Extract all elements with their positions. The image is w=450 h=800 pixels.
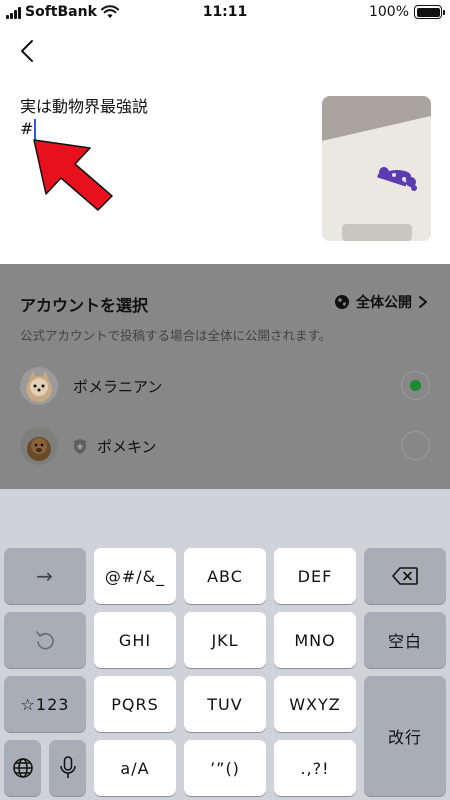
dictation-key[interactable] <box>49 740 86 796</box>
account-option-pomeranian[interactable]: ポメラニアン <box>0 361 450 411</box>
undo-icon <box>36 631 54 650</box>
key-arrow-right[interactable]: → <box>4 548 86 604</box>
back-button[interactable] <box>14 36 42 66</box>
key-wxyz[interactable]: WXYZ <box>274 676 356 732</box>
hashtag-text: # <box>20 119 34 138</box>
key-jkl[interactable]: JKL <box>184 612 266 668</box>
battery-icon <box>414 5 445 19</box>
key-abc[interactable]: ABC <box>184 548 266 604</box>
battery-percent: 100% <box>368 4 409 20</box>
red-arrow-annotation <box>33 139 113 211</box>
chevron-left-icon <box>21 40 33 62</box>
space-button[interactable]: 空白 <box>364 612 446 668</box>
visibility-note: 公式アカウントで投稿する場合は全体に公開されます。 <box>20 328 332 343</box>
key-mno[interactable]: MNO <box>274 612 356 668</box>
shield-badge-icon <box>74 439 86 454</box>
account-option-pomekin[interactable]: ポメキン <box>0 421 450 471</box>
account-name: ポメラニアン <box>73 378 163 396</box>
avatar <box>20 367 58 405</box>
post-text-line: 実は動物界最強説 <box>20 97 149 116</box>
visibility-selector[interactable]: 全体公開 <box>334 292 428 312</box>
key-ghi[interactable]: GHI <box>94 612 176 668</box>
account-name: ポメキン <box>97 438 157 456</box>
backspace-icon <box>392 567 418 585</box>
account-select-sheet: アカウントを選択 全体公開 公式アカウントで投稿する場合は全体に公開されます。 … <box>0 264 450 489</box>
key-case-toggle[interactable]: a/A <box>94 740 176 796</box>
key-def[interactable]: DEF <box>274 548 356 604</box>
account-radio-unselected[interactable] <box>401 431 430 460</box>
media-thumbnail[interactable] <box>322 96 431 241</box>
delete-button[interactable] <box>364 548 446 604</box>
key-pqrs[interactable]: PQRS <box>94 676 176 732</box>
key-punctuation[interactable]: .,?! <box>274 740 356 796</box>
flick-keyboard: → @#/&_ ABC DEF GHI JKL MNO 空白 ☆123 PQRS… <box>0 489 450 800</box>
undo-button[interactable] <box>4 612 86 668</box>
status-bar: SoftBank 11:11 100% <box>0 0 450 26</box>
globe-key[interactable] <box>4 740 41 796</box>
post-text-input[interactable]: 実は動物界最強説 # <box>20 96 148 140</box>
text-caret <box>34 118 37 140</box>
sheet-title: アカウントを選択 <box>20 296 149 315</box>
account-radio-selected[interactable] <box>401 371 430 400</box>
microphone-icon <box>59 756 76 778</box>
return-button[interactable]: 改行 <box>364 676 446 796</box>
key-symbols[interactable]: @#/&_ <box>94 548 176 604</box>
photo-preview <box>322 96 431 241</box>
key-number-mode[interactable]: ☆123 <box>4 676 86 732</box>
key-tuv[interactable]: TUV <box>184 676 266 732</box>
avatar <box>20 427 58 465</box>
globe-icon <box>335 295 349 309</box>
globe-icon <box>12 758 33 778</box>
key-quotes-parens[interactable]: ’”() <box>184 740 266 796</box>
chevron-right-icon <box>419 296 427 308</box>
visibility-label: 全体公開 <box>356 295 412 311</box>
